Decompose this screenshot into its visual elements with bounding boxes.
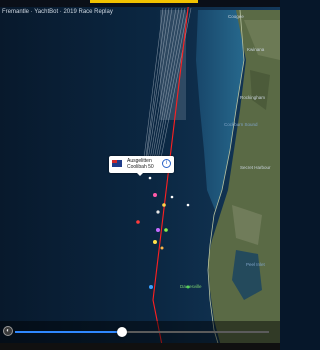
boat-marker[interactable]: [148, 176, 152, 180]
status-bar: [0, 0, 280, 7]
map-label: Cockburn Sound: [224, 122, 258, 127]
window-title: Fremantle · YachtBot · 2019 Race Replay: [2, 9, 113, 15]
map-label: Rockingham: [240, 95, 266, 100]
boat-marker[interactable]: [153, 193, 157, 197]
timeline-scrubber[interactable]: [116, 327, 127, 337]
map-label: Kwinana: [247, 47, 265, 52]
map-label: Secret Harbour: [240, 165, 271, 170]
info-icon[interactable]: i: [162, 159, 171, 168]
boat-info-popup[interactable]: Ausgelitten Coolibah 50 i: [109, 156, 174, 176]
boat-marker[interactable]: [149, 285, 153, 289]
boat-marker[interactable]: [186, 203, 190, 207]
popup-pointer: [137, 173, 143, 176]
boat-marker[interactable]: [162, 203, 166, 207]
boat-marker[interactable]: [156, 228, 160, 232]
popup-boat-class: Coolibah 50: [127, 164, 154, 170]
flag-icon: [112, 160, 122, 167]
map-label: Coogee: [228, 14, 244, 19]
boat-marker[interactable]: [170, 195, 174, 199]
status-accent: [90, 0, 198, 3]
playback-speed-button[interactable]: ◐: [3, 326, 13, 336]
track-haze: [160, 10, 186, 120]
bottom-strip: [0, 343, 280, 350]
boat-marker[interactable]: [160, 246, 164, 250]
map-label: Dawesville: [180, 284, 202, 289]
boat-marker[interactable]: [164, 228, 168, 232]
boat-marker[interactable]: [156, 210, 160, 214]
timeline-progress: [15, 331, 122, 333]
map-label: Peel Inlet: [246, 262, 265, 267]
boat-marker[interactable]: [153, 240, 157, 244]
boat-marker[interactable]: [136, 220, 140, 224]
